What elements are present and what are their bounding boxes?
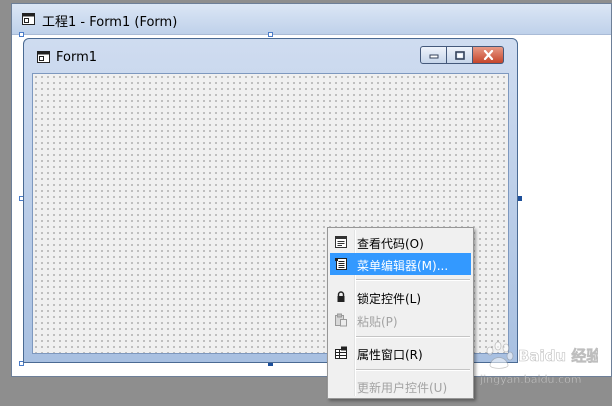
resize-handle-top-left: [19, 32, 24, 37]
menu-item-label: 粘贴(P): [357, 315, 398, 329]
menu-item-label: 属性窗口(R): [357, 348, 423, 362]
maximize-icon: [454, 50, 465, 60]
menu-item-menu-editor[interactable]: 菜单编辑器(M)...: [330, 253, 471, 275]
menu-separator: [356, 336, 470, 338]
lock-icon: [337, 291, 345, 302]
menu-item-paste[interactable]: 粘贴(P): [330, 309, 471, 331]
resize-handle-top: [268, 32, 273, 37]
menu-item-properties-window[interactable]: 属性窗口(R): [330, 342, 471, 364]
properties-icon: [335, 346, 347, 359]
minimize-button[interactable]: [420, 46, 447, 64]
menu-item-view-code[interactable]: 查看代码(O): [330, 231, 471, 253]
paste-icon: [335, 313, 347, 327]
form1-titlebar[interactable]: Form1: [24, 39, 517, 73]
form-icon: [37, 51, 50, 63]
designer-title: 工程1 - Form1 (Form): [42, 15, 178, 30]
menu-separator: [356, 279, 470, 281]
form-icon: [22, 13, 35, 25]
window-controls: [420, 46, 504, 64]
form1-title: Form1: [56, 50, 98, 65]
minimize-icon: [429, 54, 438, 59]
menu-item-label: 查看代码(O): [357, 237, 424, 251]
menu-editor-icon: [335, 258, 347, 270]
view-code-icon: [335, 236, 347, 248]
maximize-button[interactable]: [447, 46, 473, 64]
menu-item-label: 菜单编辑器(M)...: [357, 259, 449, 273]
close-icon: [483, 50, 493, 60]
menu-item-label: 锁定控件(L): [357, 292, 422, 306]
menu-item-lock-controls[interactable]: 锁定控件(L): [330, 286, 471, 308]
designer-titlebar[interactable]: 工程1 - Form1 (Form): [12, 4, 611, 35]
context-menu: 查看代码(O) 菜单编辑器(M)... 锁定控件(L) 粘贴(P) 属性窗口(R…: [327, 227, 474, 399]
menu-separator: [356, 369, 470, 371]
menu-item-label: 更新用户控件(U): [357, 381, 448, 395]
menu-item-update-user-controls[interactable]: 更新用户控件(U): [330, 375, 471, 397]
close-button[interactable]: [473, 46, 504, 64]
